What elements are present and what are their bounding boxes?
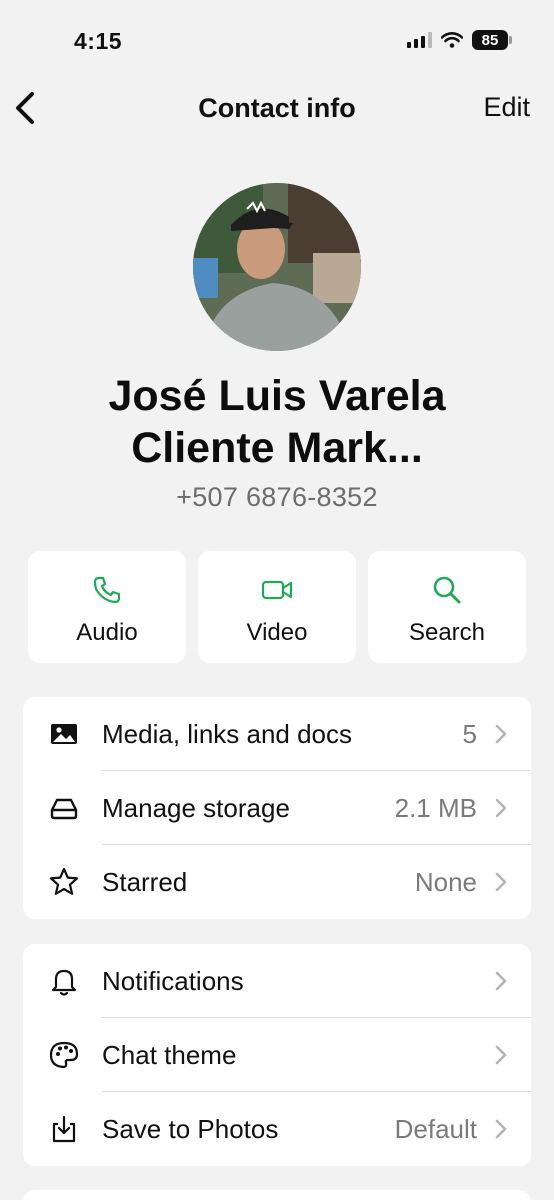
row-value: 2.1 MB [394, 792, 477, 823]
chat-settings-group: Notifications Chat theme Save to Photos … [23, 944, 531, 1166]
page-title: Contact info [198, 93, 356, 123]
status-time: 4:15 [74, 28, 123, 54]
row-label: Starred [102, 866, 188, 897]
chat-theme-row[interactable]: Chat theme [23, 1018, 531, 1092]
audio-call-button[interactable]: Audio [28, 551, 186, 663]
video-icon [261, 580, 293, 600]
status-indicators: 85 [407, 30, 512, 50]
media-links-docs-row[interactable]: Media, links and docs 5 [23, 697, 531, 771]
contact-name-line1: José Luis Varela [108, 372, 446, 420]
wifi-icon [441, 32, 463, 48]
chevron-right-icon [495, 724, 507, 744]
video-label: Video [246, 619, 308, 646]
search-button[interactable]: Search [368, 551, 526, 663]
media-settings-group: Media, links and docs 5 Manage storage 2… [23, 697, 531, 919]
row-label: Manage storage [102, 792, 290, 823]
row-label: Save to Photos [102, 1113, 279, 1144]
palette-icon [47, 1038, 81, 1072]
notifications-row[interactable]: Notifications [23, 944, 531, 1018]
download-icon [47, 1112, 81, 1146]
contact-name-line2: Cliente Mark... [131, 424, 423, 472]
row-value: None [414, 866, 477, 897]
contact-avatar[interactable] [193, 183, 361, 351]
chevron-right-icon [495, 798, 507, 818]
chevron-right-icon [495, 971, 507, 991]
battery-indicator: 85 [472, 30, 512, 50]
navigation-bar: Contact info Edit [0, 84, 554, 132]
quick-actions: Audio Video Search [28, 551, 526, 663]
manage-storage-row[interactable]: Manage storage 2.1 MB [23, 771, 531, 845]
signal-icon [407, 32, 432, 48]
chevron-right-icon [495, 872, 507, 892]
bell-icon [47, 964, 81, 998]
search-icon [433, 576, 461, 604]
save-to-photos-row[interactable]: Save to Photos Default [23, 1092, 531, 1166]
row-label: Notifications [102, 965, 244, 996]
next-settings-group [23, 1190, 531, 1200]
phone-icon [93, 576, 121, 604]
contact-name: José Luis Varela Cliente Mark... [0, 370, 554, 474]
status-bar: 4:15 85 [0, 0, 554, 84]
search-label: Search [408, 619, 486, 646]
chevron-right-icon [495, 1119, 507, 1139]
row-value: Default [394, 1113, 477, 1144]
video-call-button[interactable]: Video [198, 551, 356, 663]
contact-phone[interactable]: +507 6876-8352 [0, 482, 554, 513]
edit-button[interactable]: Edit [483, 92, 530, 123]
starred-row[interactable]: Starred None [23, 845, 531, 919]
row-value: 5 [462, 718, 477, 749]
audio-label: Audio [76, 619, 138, 646]
row-label: Chat theme [102, 1039, 237, 1070]
star-icon [47, 865, 81, 899]
chevron-right-icon [495, 1045, 507, 1065]
image-icon [47, 717, 81, 751]
row-label: Media, links and docs [102, 718, 353, 749]
storage-icon [47, 791, 81, 825]
avatar-photo [193, 183, 361, 351]
